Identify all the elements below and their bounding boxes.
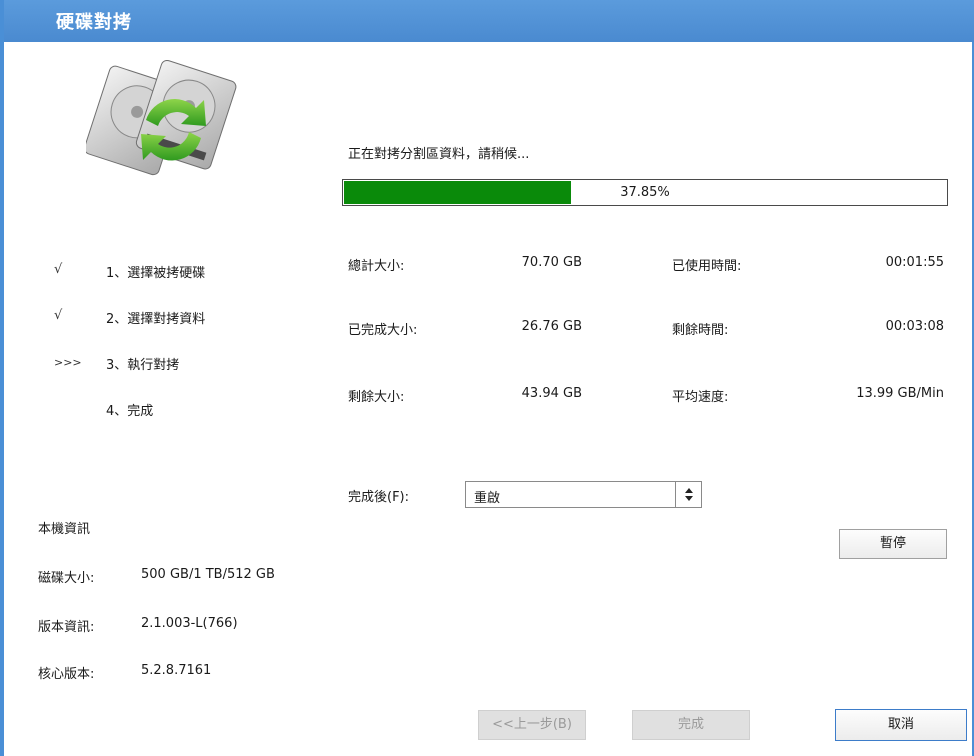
step-label: 3、執行對拷 <box>106 358 180 373</box>
step-current-marker: >>> <box>54 356 82 369</box>
version-value: 2.1.003-L(766) <box>141 616 238 631</box>
clone-dialog: 硬碟對拷 √ 1、選擇被拷硬碟 √ 2、選擇對拷資料 >>> 3、執行對拷 4、… <box>0 0 974 756</box>
total-size-label: 總計大小: <box>348 259 405 274</box>
remaining-time-label: 剩餘時間: <box>672 323 729 338</box>
window-title: 硬碟對拷 <box>56 12 132 33</box>
up-down-arrow-icon[interactable] <box>675 482 701 507</box>
status-text: 正在對拷分割區資料，請稍候... <box>348 147 530 162</box>
kernel-version-value: 5.2.8.7161 <box>141 663 212 678</box>
remaining-size-label: 剩餘大小: <box>348 390 405 405</box>
done-size-value: 26.76 GB <box>521 319 582 334</box>
done-size-label: 已完成大小: <box>348 323 418 338</box>
progress-percent: 37.85% <box>620 185 670 200</box>
version-label: 版本資訊: <box>38 620 95 635</box>
cancel-button[interactable]: 取消 <box>835 709 967 741</box>
step-check-icon: √ <box>54 262 63 277</box>
step-check-icon: √ <box>54 308 63 323</box>
remaining-time-value: 00:03:08 <box>885 319 944 334</box>
step-item: √ 2、選擇對拷資料 <box>4 308 324 328</box>
step-label: 1、選擇被拷硬碟 <box>106 266 206 281</box>
elapsed-time-value: 00:01:55 <box>885 255 944 270</box>
elapsed-time-label: 已使用時間: <box>672 259 742 274</box>
title-bar: 硬碟對拷 <box>4 0 974 42</box>
step-item: √ 1、選擇被拷硬碟 <box>4 262 324 282</box>
after-complete-value: 重啟 <box>474 491 501 506</box>
finish-button[interactable]: 完成 <box>632 710 750 740</box>
after-complete-label: 完成後(F): <box>348 490 410 505</box>
kernel-version-label: 核心版本: <box>38 667 95 682</box>
disk-size-value: 500 GB/1 TB/512 GB <box>141 567 275 582</box>
avg-speed-label: 平均速度: <box>672 390 729 405</box>
avg-speed-value: 13.99 GB/Min <box>856 386 944 401</box>
back-button[interactable]: <<上一步(B) <box>478 710 586 740</box>
total-size-value: 70.70 GB <box>521 255 582 270</box>
step-label: 4、完成 <box>106 404 154 419</box>
step-item-current: >>> 3、執行對拷 <box>4 354 324 374</box>
after-complete-select[interactable]: 重啟 <box>465 481 702 508</box>
pause-button[interactable]: 暫停 <box>839 529 947 559</box>
hdd-copy-icon <box>86 60 237 176</box>
machine-info-heading: 本機資訊 <box>38 522 91 537</box>
remaining-size-value: 43.94 GB <box>521 386 582 401</box>
step-item: 4、完成 <box>4 400 324 420</box>
disk-size-label: 磁碟大小: <box>38 571 95 586</box>
step-label: 2、選擇對拷資料 <box>106 312 206 327</box>
progress-bar: 37.85% <box>342 179 948 206</box>
